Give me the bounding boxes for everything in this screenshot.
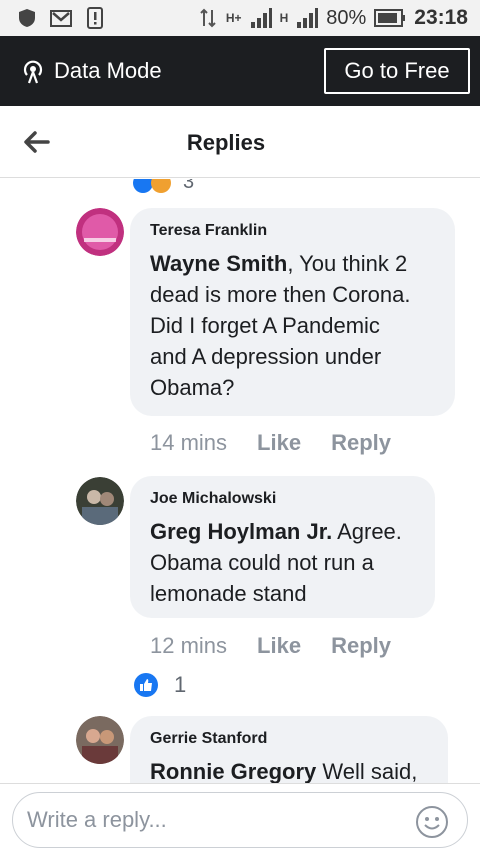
mention-link[interactable]: Wayne Smith	[150, 251, 287, 276]
battery-icon	[374, 9, 406, 27]
broadcast-icon	[23, 60, 43, 84]
reply-placeholder: Write a reply...	[27, 807, 167, 832]
reply-button[interactable]: Reply	[331, 633, 391, 659]
thumbs-up-icon	[134, 673, 158, 697]
haha-reaction-icon	[151, 179, 171, 193]
like-button[interactable]: Like	[257, 430, 301, 456]
avatar-image	[76, 716, 124, 764]
reply-button[interactable]: Reply	[331, 430, 391, 456]
avatar[interactable]	[76, 208, 124, 256]
data-transfer-icon	[200, 8, 216, 28]
comment-bubble[interactable]: Joe Michalowski Greg Hoylman Jr. Agree. …	[130, 476, 435, 618]
reply-input[interactable]: Write a reply...	[12, 792, 468, 848]
signal-type-1: H+	[225, 11, 242, 25]
comment-bubble[interactable]: Gerrie Stanford Ronnie Gregory Well said…	[130, 716, 448, 783]
avatar-image	[76, 208, 124, 256]
data-mode-label: Data Mode	[54, 58, 162, 83]
like-button[interactable]: Like	[257, 633, 301, 659]
reaction-count: 1	[174, 672, 187, 697]
comment-actions: 14 mins Like Reply	[150, 430, 391, 456]
avatar-image	[76, 477, 124, 525]
status-icons-left	[16, 7, 106, 29]
comment-author[interactable]: Teresa Franklin	[150, 222, 435, 240]
clock: 23:18	[414, 6, 468, 29]
comment-bubble[interactable]: Teresa Franklin Wayne Smith, You think 2…	[130, 208, 455, 416]
page-title: Replies	[186, 130, 266, 155]
reaction-summary[interactable]: 1	[134, 672, 186, 698]
shield-icon	[19, 9, 35, 27]
signal-icon-2	[297, 8, 319, 28]
comment-text: Wayne Smith, You think 2 dead is more th…	[150, 251, 411, 400]
signal-icon	[250, 8, 272, 28]
status-icons-right: H+ H 80% 23:18	[198, 6, 468, 30]
battery-percent: 80%	[326, 6, 367, 29]
gmail-icon	[50, 10, 72, 27]
reply-composer: Write a reply...	[0, 783, 480, 854]
replies-header: Replies	[0, 106, 480, 178]
comment-author[interactable]: Joe Michalowski	[150, 490, 415, 508]
signal-type-2: H	[279, 11, 289, 25]
replies-feed[interactable]: 3 Teresa Franklin Wayne Smith, You think…	[0, 179, 480, 783]
avatar[interactable]	[76, 716, 124, 764]
alert-icon	[87, 7, 103, 29]
avatar[interactable]	[76, 477, 124, 525]
like-reaction-icon	[133, 179, 153, 193]
reaction-count: 3	[183, 179, 195, 193]
partial-reaction-summary[interactable]: 3	[133, 179, 194, 194]
comment-time: 14 mins	[150, 430, 228, 455]
status-bar: H+ H 80% 23:18	[0, 0, 480, 36]
data-mode-toggle[interactable]: Data Mode	[20, 58, 162, 84]
data-mode-bar: Data Mode Go to Free	[0, 36, 480, 106]
comment-text: Ronnie Gregory Well said,	[150, 759, 418, 783]
comment-author[interactable]: Gerrie Stanford	[150, 730, 428, 748]
smiley-icon[interactable]	[415, 805, 449, 839]
go-to-free-button[interactable]: Go to Free	[324, 48, 470, 94]
comment-text: Greg Hoylman Jr. Agree. Obama could not …	[150, 519, 402, 606]
comment-time: 12 mins	[150, 633, 228, 658]
mention-link[interactable]: Ronnie Gregory	[150, 759, 316, 783]
mention-link[interactable]: Greg Hoylman Jr.	[150, 519, 332, 544]
comment-actions: 12 mins Like Reply	[150, 633, 391, 659]
